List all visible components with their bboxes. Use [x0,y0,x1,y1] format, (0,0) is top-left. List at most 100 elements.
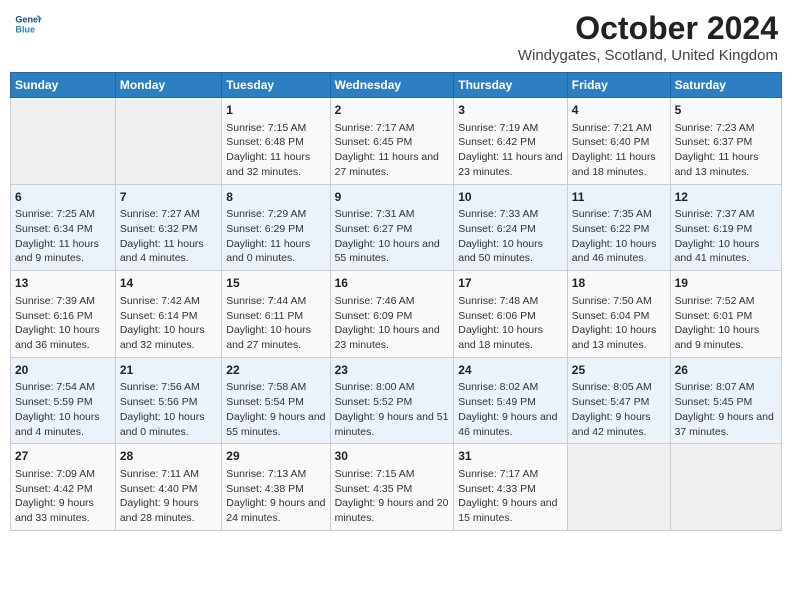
day-number: 29 [226,448,325,465]
calendar-cell: 18Sunrise: 7:50 AM Sunset: 6:04 PM Dayli… [567,271,670,358]
day-content: Sunrise: 7:27 AM Sunset: 6:32 PM Dayligh… [120,207,217,266]
calendar-cell: 20Sunrise: 7:54 AM Sunset: 5:59 PM Dayli… [11,357,116,444]
week-row-5: 27Sunrise: 7:09 AM Sunset: 4:42 PM Dayli… [11,444,782,531]
page-header: General Blue October 2024 Windygates, Sc… [10,10,782,64]
day-number: 9 [335,189,450,206]
day-number: 14 [120,275,217,292]
day-number: 4 [572,102,666,119]
day-content: Sunrise: 7:31 AM Sunset: 6:27 PM Dayligh… [335,207,450,266]
day-content: Sunrise: 8:05 AM Sunset: 5:47 PM Dayligh… [572,380,666,439]
page-subtitle: Windygates, Scotland, United Kingdom [518,47,778,64]
day-content: Sunrise: 7:44 AM Sunset: 6:11 PM Dayligh… [226,294,325,353]
calendar-cell: 31 Sunrise: 7:17 AM Sunset: 4:33 PM Dayli… [454,444,568,531]
calendar-cell: 5 Sunrise: 7:23 AM Sunset: 6:37 PM Daylig… [670,98,781,185]
page-title: October 2024 [518,10,778,47]
header-cell-tuesday: Tuesday [222,73,330,98]
header-cell-monday: Monday [115,73,221,98]
title-block: October 2024 Windygates, Scotland, Unite… [518,10,778,64]
calendar-cell: 7Sunrise: 7:27 AM Sunset: 6:32 PM Daylig… [115,184,221,271]
logo-icon: General Blue [14,10,42,38]
calendar-cell: 16Sunrise: 7:46 AM Sunset: 6:09 PM Dayli… [330,271,454,358]
day-content: Sunrise: 7:15 AM Sunset: 4:35 PM Dayligh… [335,467,450,526]
day-content: Sunrise: 7:54 AM Sunset: 5:59 PM Dayligh… [15,380,111,439]
day-content: Sunrise: 7:17 AM Sunset: 4:33 PM Dayligh… [458,467,563,526]
day-number: 15 [226,275,325,292]
day-number: 25 [572,362,666,379]
header-cell-thursday: Thursday [454,73,568,98]
day-content: Sunrise: 7:25 AM Sunset: 6:34 PM Dayligh… [15,207,111,266]
day-number: 6 [15,189,111,206]
day-number: 18 [572,275,666,292]
day-content: Sunrise: 7:58 AM Sunset: 5:54 PM Dayligh… [226,380,325,439]
calendar-cell: 24Sunrise: 8:02 AM Sunset: 5:49 PM Dayli… [454,357,568,444]
calendar-cell: 17Sunrise: 7:48 AM Sunset: 6:06 PM Dayli… [454,271,568,358]
day-content: Sunrise: 7:21 AM Sunset: 6:40 PM Dayligh… [572,121,666,180]
day-number: 13 [15,275,111,292]
day-content: Sunrise: 7:17 AM Sunset: 6:45 PM Dayligh… [335,121,450,180]
calendar-cell: 27Sunrise: 7:09 AM Sunset: 4:42 PM Dayli… [11,444,116,531]
day-content: Sunrise: 7:15 AM Sunset: 6:48 PM Dayligh… [226,121,325,180]
day-number: 28 [120,448,217,465]
day-number: 5 [675,102,777,119]
calendar-cell: 4 Sunrise: 7:21 AM Sunset: 6:40 PM Daylig… [567,98,670,185]
calendar-cell: 15 Sunrise: 7:44 AM Sunset: 6:11 PM Dayli… [222,271,330,358]
day-number: 11 [572,189,666,206]
day-content: Sunrise: 7:46 AM Sunset: 6:09 PM Dayligh… [335,294,450,353]
header-cell-wednesday: Wednesday [330,73,454,98]
day-content: Sunrise: 7:35 AM Sunset: 6:22 PM Dayligh… [572,207,666,266]
calendar-cell [670,444,781,531]
day-content: Sunrise: 8:02 AM Sunset: 5:49 PM Dayligh… [458,380,563,439]
week-row-1: 1 Sunrise: 7:15 AM Sunset: 6:48 PM Daylig… [11,98,782,185]
header-row: SundayMondayTuesdayWednesdayThursdayFrid… [11,73,782,98]
day-number: 26 [675,362,777,379]
day-number: 3 [458,102,563,119]
logo: General Blue [14,10,42,38]
day-number: 30 [335,448,450,465]
calendar-cell: 21Sunrise: 7:56 AM Sunset: 5:56 PM Dayli… [115,357,221,444]
day-content: Sunrise: 7:19 AM Sunset: 6:42 PM Dayligh… [458,121,563,180]
day-content: Sunrise: 7:48 AM Sunset: 6:06 PM Dayligh… [458,294,563,353]
svg-text:Blue: Blue [15,24,35,34]
day-content: Sunrise: 7:39 AM Sunset: 6:16 PM Dayligh… [15,294,111,353]
calendar-cell: 3 Sunrise: 7:19 AM Sunset: 6:42 PM Daylig… [454,98,568,185]
calendar-cell: 6Sunrise: 7:25 AM Sunset: 6:34 PM Daylig… [11,184,116,271]
day-content: Sunrise: 7:37 AM Sunset: 6:19 PM Dayligh… [675,207,777,266]
day-content: Sunrise: 8:00 AM Sunset: 5:52 PM Dayligh… [335,380,450,439]
header-cell-friday: Friday [567,73,670,98]
calendar-cell: 23Sunrise: 8:00 AM Sunset: 5:52 PM Dayli… [330,357,454,444]
calendar-cell: 12Sunrise: 7:37 AM Sunset: 6:19 PM Dayli… [670,184,781,271]
calendar-cell: 14 Sunrise: 7:42 AM Sunset: 6:14 PM Dayli… [115,271,221,358]
day-number: 20 [15,362,111,379]
day-number: 22 [226,362,325,379]
calendar-cell: 10Sunrise: 7:33 AM Sunset: 6:24 PM Dayli… [454,184,568,271]
calendar-body: 1 Sunrise: 7:15 AM Sunset: 6:48 PM Daylig… [11,98,782,531]
day-number: 10 [458,189,563,206]
calendar-cell: 26Sunrise: 8:07 AM Sunset: 5:45 PM Dayli… [670,357,781,444]
day-content: Sunrise: 7:42 AM Sunset: 6:14 PM Dayligh… [120,294,217,353]
day-content: Sunrise: 7:09 AM Sunset: 4:42 PM Dayligh… [15,467,111,526]
day-number: 2 [335,102,450,119]
calendar-cell: 19Sunrise: 7:52 AM Sunset: 6:01 PM Dayli… [670,271,781,358]
day-number: 23 [335,362,450,379]
day-content: Sunrise: 7:13 AM Sunset: 4:38 PM Dayligh… [226,467,325,526]
calendar-cell: 13 Sunrise: 7:39 AM Sunset: 6:16 PM Dayli… [11,271,116,358]
day-number: 24 [458,362,563,379]
day-content: Sunrise: 7:52 AM Sunset: 6:01 PM Dayligh… [675,294,777,353]
day-number: 7 [120,189,217,206]
day-content: Sunrise: 7:56 AM Sunset: 5:56 PM Dayligh… [120,380,217,439]
calendar-cell: 28Sunrise: 7:11 AM Sunset: 4:40 PM Dayli… [115,444,221,531]
day-content: Sunrise: 7:33 AM Sunset: 6:24 PM Dayligh… [458,207,563,266]
calendar-cell: 9Sunrise: 7:31 AM Sunset: 6:27 PM Daylig… [330,184,454,271]
week-row-2: 6Sunrise: 7:25 AM Sunset: 6:34 PM Daylig… [11,184,782,271]
week-row-4: 20Sunrise: 7:54 AM Sunset: 5:59 PM Dayli… [11,357,782,444]
calendar-cell: 11Sunrise: 7:35 AM Sunset: 6:22 PM Dayli… [567,184,670,271]
day-content: Sunrise: 7:23 AM Sunset: 6:37 PM Dayligh… [675,121,777,180]
day-number: 1 [226,102,325,119]
day-number: 31 [458,448,563,465]
calendar-cell: 2 Sunrise: 7:17 AM Sunset: 6:45 PM Daylig… [330,98,454,185]
calendar-cell: 25Sunrise: 8:05 AM Sunset: 5:47 PM Dayli… [567,357,670,444]
day-number: 8 [226,189,325,206]
calendar-table: SundayMondayTuesdayWednesdayThursdayFrid… [10,72,782,531]
calendar-cell: 30 Sunrise: 7:15 AM Sunset: 4:35 PM Dayli… [330,444,454,531]
calendar-cell: 8Sunrise: 7:29 AM Sunset: 6:29 PM Daylig… [222,184,330,271]
